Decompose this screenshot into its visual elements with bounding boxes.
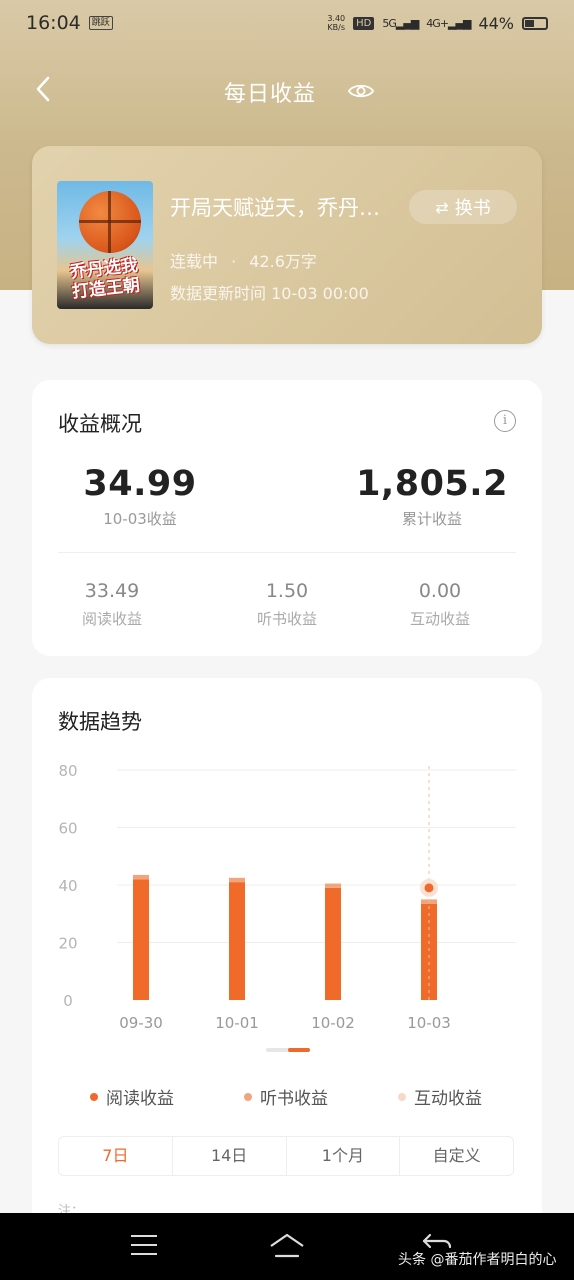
net-speed: 3.40 KB/s [327, 14, 345, 32]
legend-item-read[interactable]: 阅读收益 [90, 1084, 174, 1109]
listen-earnings-value: 1.50 [265, 580, 309, 602]
watermark: 头条 @番茄作者明白的心 [398, 1252, 557, 1268]
network-5g-label: 5G [382, 16, 396, 30]
x-tick-label: 09-30 [119, 1014, 163, 1032]
book-cover[interactable]: 乔丹选我 打造王朝 [57, 181, 153, 309]
book-word-count: 42.6万字 [249, 252, 317, 271]
daily-earnings-stat: 34.99 10-03收益 [40, 464, 240, 529]
divider [58, 552, 516, 553]
swap-icon: ⇄ [435, 197, 449, 217]
bar-segment-read [325, 887, 341, 1000]
switch-book-button[interactable]: ⇄ 换书 [409, 190, 517, 224]
legend-item-interact[interactable]: 互动收益 [398, 1084, 482, 1109]
y-tick-label: 0 [63, 992, 73, 1010]
legend-label: 听书收益 [260, 1089, 328, 1109]
sim-badge: 跳跃 [88, 16, 113, 30]
home-icon[interactable] [268, 1231, 306, 1261]
y-tick-label: 20 [58, 935, 77, 953]
top-nav: 每日收益 [0, 62, 574, 118]
signal-5g-icon: 5G▂▄▆ [382, 16, 419, 30]
bar-segment-listen [229, 877, 245, 883]
switch-book-label: 换书 [454, 198, 491, 219]
total-earnings-stat: 1,805.2 累计收益 [332, 464, 532, 529]
book-card[interactable]: 乔丹选我 打造王朝 开局天赋逆天，乔丹… ⇄ 换书 连载中 · 42.6万字 数据… [32, 146, 542, 344]
tab-1-month[interactable]: 1个月 [287, 1137, 401, 1175]
tab-7-days[interactable]: 7日 [59, 1137, 173, 1175]
interact-earnings-value: 0.00 [418, 580, 462, 602]
legend-label: 互动收益 [414, 1089, 482, 1109]
data-trend-card: 数据趋势 80 60 40 20 0 09-30 10-01 10-02 10-03 阅读收益 … [32, 678, 542, 1238]
y-tick-label: 60 [58, 820, 77, 838]
status-bar: 16:04 跳跃 3.40 KB/s HD 5G▂▄▆ 4G+▂▄▆ 44% [0, 0, 574, 46]
cover-title: 乔丹选我 打造王朝 [69, 255, 141, 303]
x-tick-label: 10-03 [407, 1014, 451, 1032]
hd-icon: HD [353, 16, 375, 30]
page-title-text: 每日收益 [223, 82, 316, 107]
signal-4g-icon: 4G+▂▄▆ [426, 16, 471, 30]
listen-earnings-stat: 1.50 听书收益 [207, 580, 367, 629]
tab-custom[interactable]: 自定义 [400, 1137, 513, 1175]
interact-earnings-label: 互动收益 [409, 610, 470, 628]
earnings-bar-chart[interactable]: 80 60 40 20 0 09-30 10-01 10-02 10-03 [32, 748, 542, 1038]
meta-separator: · [231, 252, 237, 271]
y-tick-label: 80 [58, 762, 77, 780]
bar-segment-read [229, 882, 245, 1000]
daily-earnings-value: 34.99 [83, 464, 197, 504]
legend-dot [90, 1092, 98, 1101]
tab-14-days[interactable]: 14日 [173, 1137, 287, 1175]
battery-percent: 44% [478, 13, 514, 33]
bar-segment-read [133, 879, 149, 1000]
chart-scroll-thumb [288, 1048, 310, 1052]
legend-label: 阅读收益 [106, 1089, 174, 1109]
trend-title: 数据趋势 [58, 710, 142, 734]
menu-icon[interactable] [131, 1235, 157, 1257]
chart-scroll-indicator [266, 1048, 310, 1052]
read-earnings-value: 33.49 [84, 580, 140, 602]
x-tick-label: 10-02 [311, 1014, 355, 1032]
read-earnings-stat: 33.49 阅读收益 [32, 580, 192, 629]
book-title: 开局天赋逆天，乔丹… [170, 192, 406, 222]
book-meta: 连载中 · 42.6万字 [170, 248, 317, 272]
system-nav-bar: 头条 @番茄作者明白的心 [0, 1213, 574, 1280]
read-earnings-label: 阅读收益 [81, 610, 142, 628]
y-tick-label: 40 [58, 877, 77, 895]
status-icons: 3.40 KB/s HD 5G▂▄▆ 4G+▂▄▆ 44% [327, 14, 548, 33]
period-tabs: 7日 14日 1个月 自定义 [58, 1136, 514, 1176]
total-earnings-label: 累计收益 [401, 510, 462, 528]
total-earnings-value: 1,805.2 [356, 464, 508, 504]
info-icon[interactable]: i [494, 410, 516, 432]
interact-earnings-stat: 0.00 互动收益 [360, 580, 520, 629]
bar-segment-listen [325, 883, 341, 888]
book-update-time: 数据更新时间 10-03 00:00 [170, 284, 369, 303]
listen-earnings-label: 听书收益 [256, 610, 317, 628]
status-time: 16:04 [26, 12, 81, 34]
network-4g-label: 4G+ [426, 16, 449, 30]
eye-icon[interactable] [348, 82, 374, 100]
book-status: 连载中 [170, 252, 219, 271]
daily-earnings-label: 10-03收益 [103, 510, 177, 528]
legend-dot [244, 1092, 252, 1101]
basketball-image [79, 191, 141, 253]
overview-title: 收益概况 [58, 412, 142, 436]
highlight-point [424, 883, 434, 893]
earnings-overview-card: 收益概况 i 34.99 10-03收益 1,805.2 累计收益 33.49 … [32, 380, 542, 656]
page-title: 每日收益 [0, 76, 574, 108]
net-speed-value: 3.40 [327, 14, 346, 23]
net-speed-unit: KB/s [327, 23, 346, 32]
book-title-text: 开局天赋逆天，乔丹… [170, 196, 380, 220]
battery-icon [522, 16, 548, 30]
x-tick-label: 10-01 [215, 1014, 259, 1032]
legend-item-listen[interactable]: 听书收益 [244, 1084, 328, 1109]
bar-segment-listen [133, 874, 149, 880]
legend-dot [398, 1092, 406, 1101]
